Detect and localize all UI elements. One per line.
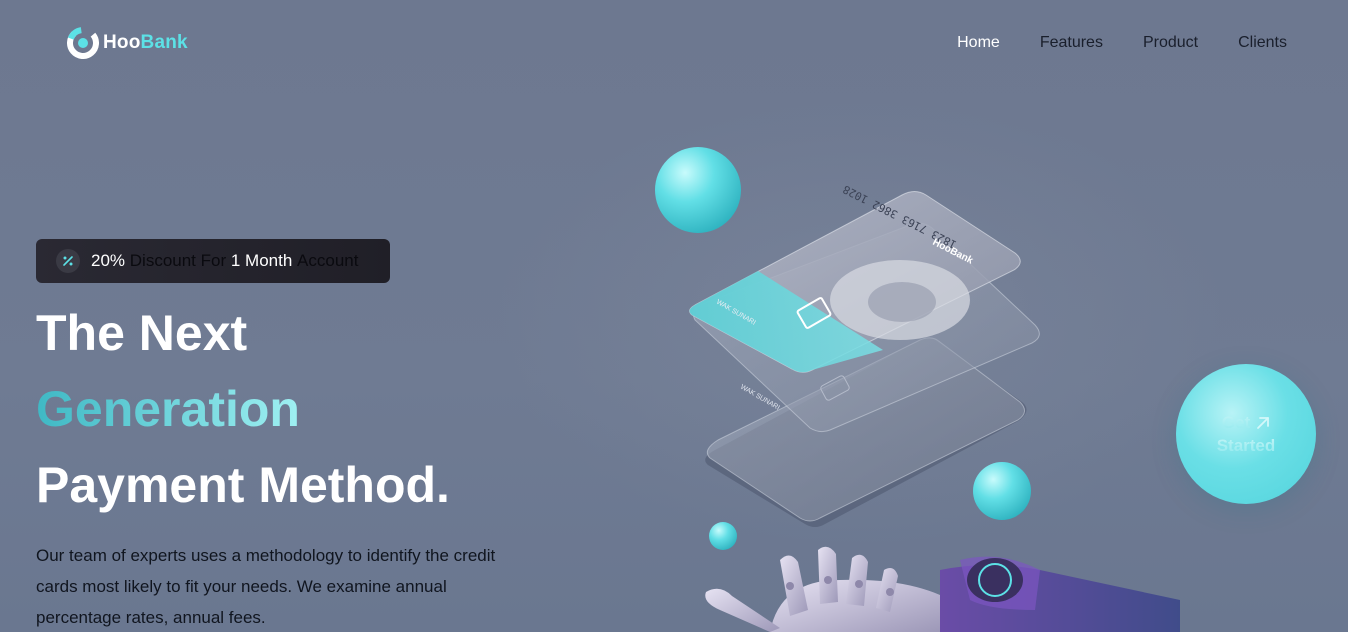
hero-title-line-2: Generation: [36, 381, 300, 437]
get-started-inner: Get Started: [1179, 367, 1313, 501]
hoobank-logo-icon: [67, 27, 99, 59]
brand-name-part1: Hoo: [103, 32, 141, 53]
discount-icon: [56, 249, 80, 273]
discount-badge: 20% Discount For 1 Month Account: [36, 239, 390, 283]
get-started-row: Get: [1222, 411, 1270, 434]
nav-item-product[interactable]: Product: [1143, 34, 1198, 52]
hero-title-line-3: Payment Method.: [36, 457, 450, 513]
brand-name-part2: Bank: [140, 32, 188, 53]
arrow-up-right-icon: [1256, 416, 1270, 430]
badge-text-1: Discount For: [129, 251, 227, 270]
get-started-label-1: Get: [1221, 413, 1251, 432]
get-started-button[interactable]: Get Started: [1176, 364, 1316, 504]
nav-item-features[interactable]: Features: [1040, 34, 1103, 52]
main-nav: Home Features Product Clients: [917, 34, 1287, 52]
badge-percent: 20%: [91, 251, 126, 270]
badge-text-2: Account: [297, 251, 359, 270]
nav-item-home[interactable]: Home: [957, 34, 1000, 52]
badge-duration: 1 Month: [230, 251, 293, 270]
nav-item-clients[interactable]: Clients: [1238, 34, 1287, 52]
hero-title-line-1: The Next: [36, 305, 248, 361]
brand-logo[interactable]: HooBank: [67, 27, 188, 59]
get-started-label-2: Started: [1216, 436, 1276, 455]
brand-name: HooBank: [103, 32, 188, 54]
hero-illustration: WAK SUNARI 1823 7163 3862 1028 HooBank W…: [640, 140, 1200, 632]
hero-description: Our team of experts uses a methodology t…: [36, 546, 496, 627]
